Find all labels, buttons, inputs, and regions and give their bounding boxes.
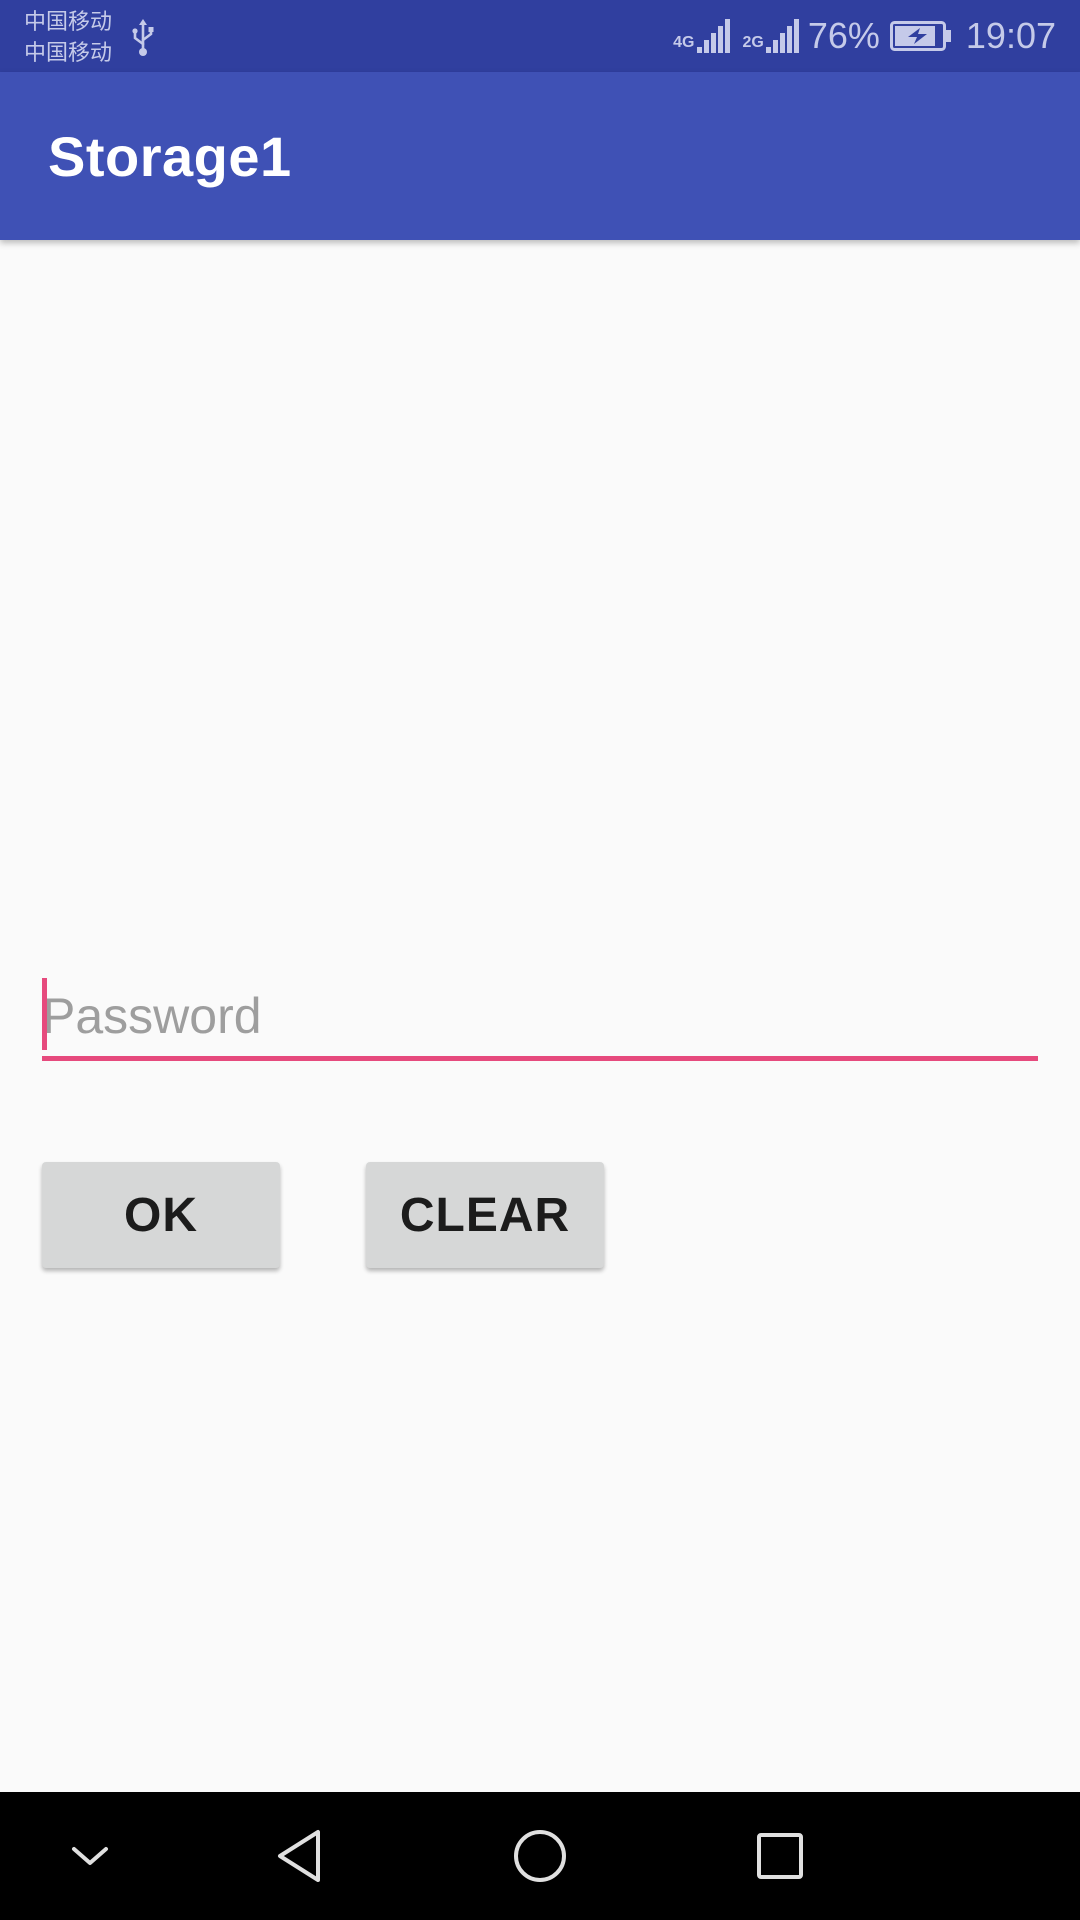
home-icon <box>514 1830 566 1882</box>
status-indicators: 4G 2G 76% 19:07 <box>661 0 1056 72</box>
back-icon <box>278 1830 320 1882</box>
network-type-1-label: 4G <box>673 34 695 51</box>
home-button[interactable] <box>500 1816 580 1896</box>
navigation-bar <box>0 1792 1080 1920</box>
signal-group-2: 2G <box>743 18 800 54</box>
signal-group-1: 4G <box>673 18 730 54</box>
usb-icon <box>132 19 154 56</box>
battery-charging-icon <box>889 21 951 51</box>
text-cursor <box>42 978 47 1050</box>
carrier-1-label: 中国移动 <box>24 9 113 34</box>
app-bar: Storage1 <box>0 72 1080 240</box>
carrier-2-label: 中国移动 <box>24 40 113 65</box>
clock: 19:07 <box>965 15 1056 56</box>
hide-keyboard-icon <box>72 1847 108 1865</box>
password-input[interactable] <box>42 976 1038 1056</box>
hide-keyboard-button[interactable] <box>50 1816 130 1896</box>
back-button[interactable] <box>260 1816 340 1896</box>
ok-button[interactable]: OK <box>42 1162 280 1268</box>
screen: 中国移动 中国移动 4G 2G 76% 19:07 Storage1 OK CL… <box>0 0 1080 1920</box>
network-type-2-label: 2G <box>742 34 764 51</box>
battery-percentage: 76% <box>807 15 880 56</box>
clear-button[interactable]: CLEAR <box>366 1162 604 1268</box>
signal-icon <box>765 19 799 53</box>
carrier-info: 中国移动 中国移动 <box>24 6 112 68</box>
signal-icon <box>696 19 730 53</box>
app-title: Storage1 <box>48 125 292 188</box>
status-bar: 中国移动 中国移动 4G 2G 76% 19:07 <box>0 0 1080 72</box>
recents-button[interactable] <box>740 1816 820 1896</box>
password-field[interactable] <box>42 976 1038 1062</box>
recents-icon <box>757 1833 803 1879</box>
password-underline <box>42 1056 1038 1061</box>
